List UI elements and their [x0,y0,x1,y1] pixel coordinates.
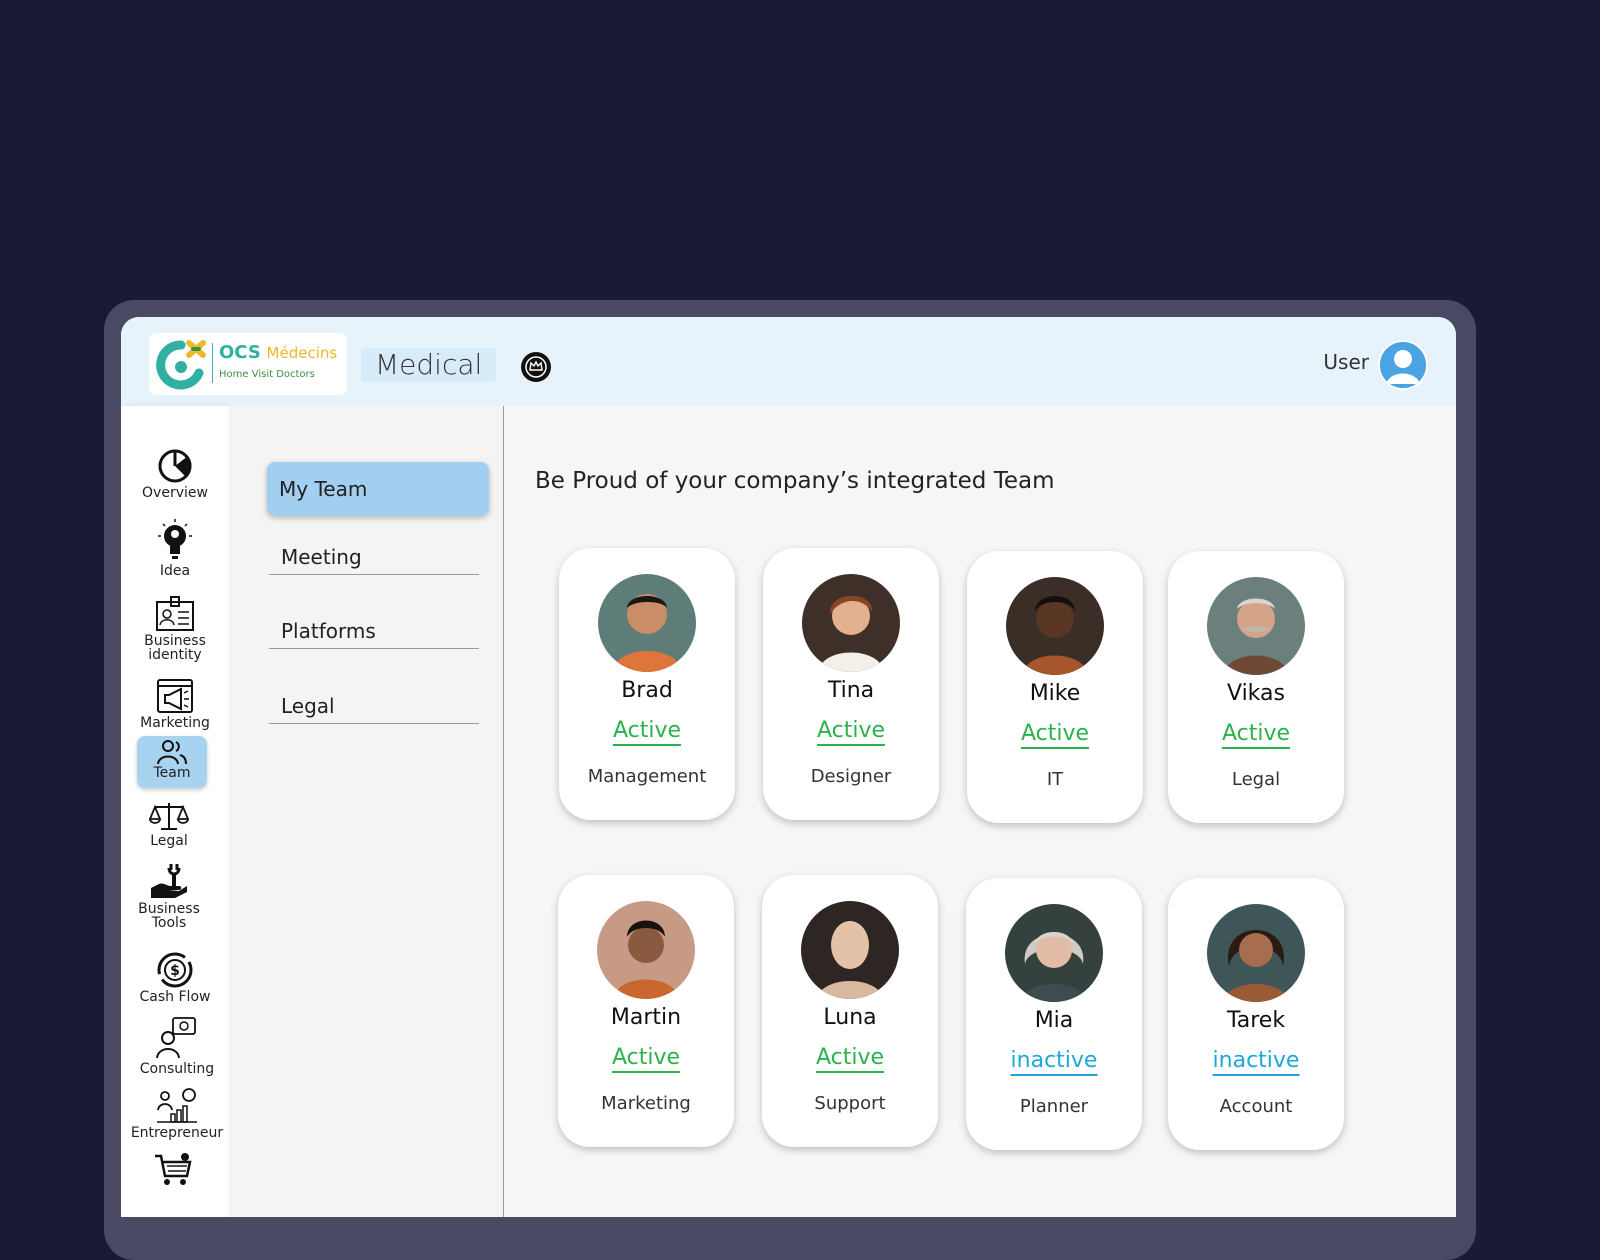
sidebar-item-label: Marketing [140,715,210,731]
top-bar: OCS Médecins Home Visit Doctors Medical … [121,317,1456,406]
sidebar-item-label: Business identity [144,633,206,663]
workspace-label[interactable]: Medical [361,348,497,382]
member-status[interactable]: Active [612,718,682,746]
crown-badge-icon[interactable] [520,351,552,383]
sidebar-item-label: Cash Flow [139,989,211,1005]
member-role: Management [587,766,707,787]
sidebar-item-label: Idea [159,563,191,579]
dollar-cycle-icon: $ [157,952,193,988]
team-member-card[interactable]: Mike Active IT [967,551,1143,823]
member-name: Brad [621,678,673,703]
member-status[interactable]: Active [816,718,886,746]
user-label[interactable]: User [1323,350,1369,374]
logo-brand-sub: Médecins [266,344,338,362]
page-title: Be Proud of your company’s integrated Te… [535,468,1055,494]
member-role: IT [1046,769,1064,790]
app-screen: OCS Médecins Home Visit Doctors Medical … [121,317,1456,1217]
member-status[interactable]: inactive [1212,1048,1300,1076]
company-logo[interactable]: OCS Médecins Home Visit Doctors [149,333,347,395]
member-role: Support [814,1093,886,1114]
sidebar: Overview Idea Business identity Marketin… [121,406,229,1217]
sidebar-item-business-tools[interactable]: Business Tools [121,862,219,930]
member-status[interactable]: Active [815,1045,885,1073]
member-status[interactable]: inactive [1010,1048,1098,1076]
member-role: Legal [1231,769,1281,790]
scales-icon [149,803,189,830]
sidebar-item-marketing[interactable]: Marketing [125,678,225,730]
subnav-item-my-team[interactable]: My Team [267,462,489,516]
member-status[interactable]: Active [1221,721,1291,749]
id-card-icon [156,596,194,631]
sidebar-item-business-identity[interactable]: Business identity [125,596,225,662]
sidebar-item-label: Legal [150,833,188,849]
team-member-card[interactable]: Mia inactive Planner [966,878,1142,1150]
sidebar-item-entrepreneur[interactable]: Entrepreneur [127,1086,227,1140]
member-photo [1006,577,1104,675]
member-photo [1207,577,1305,675]
sidebar-item-label: Overview [142,485,208,501]
megaphone-icon [157,679,193,713]
subnav-item-meeting[interactable]: Meeting [269,539,479,575]
subnav-item-legal[interactable]: Legal [269,688,479,724]
team-member-card[interactable]: Luna Active Support [762,875,938,1147]
member-photo [1207,904,1305,1002]
sidebar-item-label: Consulting [139,1061,215,1077]
people-icon [157,740,187,765]
tools-hand-icon [151,864,187,898]
team-subnav: My Team Meeting Platforms Legal [229,406,504,1217]
logo-brand-text: OCS Médecins [219,342,337,363]
member-role: Marketing [601,1093,691,1114]
sidebar-item-shop[interactable] [123,1152,223,1190]
consulting-icon [156,1017,196,1059]
logo-tagline: Home Visit Doctors [219,369,315,380]
sidebar-item-idea[interactable]: Idea [125,518,225,578]
member-name: Martin [610,1005,682,1030]
team-member-card[interactable]: Brad Active Management [559,548,735,820]
team-member-card[interactable]: Tarek inactive Account [1168,878,1344,1150]
member-photo [802,574,900,672]
pie-chart-icon [158,449,192,483]
member-name: Mike [1029,681,1081,706]
member-photo [598,574,696,672]
logo-mark-icon [156,340,206,390]
member-photo [801,901,899,999]
team-member-card[interactable]: Vikas Active Legal [1168,551,1344,823]
svg-text:$: $ [170,963,180,979]
shopping-cart-icon [155,1153,192,1185]
sidebar-item-overview[interactable]: Overview [125,448,225,500]
member-role: Account [1219,1096,1293,1117]
user-silhouette-icon [1380,342,1426,388]
member-name: Mia [1034,1008,1074,1033]
logo-divider [212,343,213,383]
sidebar-item-consulting[interactable]: Consulting [127,1016,227,1076]
team-member-card[interactable]: Martin Active Marketing [558,875,734,1147]
sidebar-item-label: Team [153,765,191,781]
member-role: Designer [810,766,892,787]
sidebar-item-cash-flow[interactable]: $ Cash Flow [125,952,225,1004]
member-name: Tina [827,678,875,703]
member-status[interactable]: Active [611,1045,681,1073]
sidebar-item-legal[interactable]: Legal [121,800,219,848]
member-photo [597,901,695,999]
member-role: Planner [1019,1096,1089,1117]
member-name: Vikas [1227,681,1285,706]
team-member-card[interactable]: Tina Active Designer [763,548,939,820]
team-main: Be Proud of your company’s integrated Te… [504,406,1456,1217]
sidebar-item-team[interactable]: Team [137,736,207,788]
member-name: Luna [823,1005,877,1030]
sidebar-item-label: Business Tools [138,901,200,931]
logo-brand-main: OCS [219,342,261,363]
lightbulb-icon [158,519,192,559]
member-status[interactable]: Active [1020,721,1090,749]
member-name: Tarek [1226,1008,1286,1033]
member-photo [1005,904,1103,1002]
sidebar-item-label: Entrepreneur [130,1125,224,1141]
growth-idea-icon [157,1088,197,1123]
user-avatar-icon[interactable] [1378,340,1428,390]
subnav-item-platforms[interactable]: Platforms [269,613,479,649]
